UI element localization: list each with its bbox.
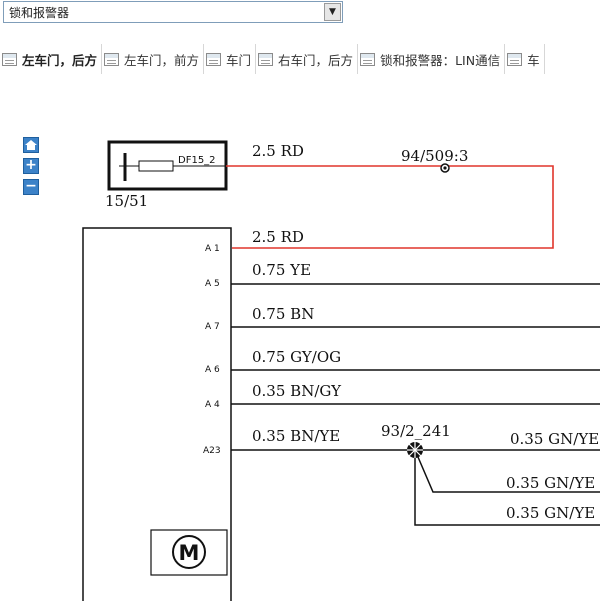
pin-a6: A 6: [205, 365, 220, 375]
wire-label-a6: 0.75 GY/OG: [252, 348, 341, 366]
wire-label-a5: 0.75 YE: [252, 261, 311, 279]
pin-a1: A 1: [205, 244, 220, 254]
wire-label-fuse-out: 2.5 RD: [252, 142, 304, 160]
splice-dot: [443, 166, 447, 170]
wire-label-branch-3: 0.35 GN/YE: [506, 504, 595, 522]
splice-label-mid: 93/2_241: [381, 422, 451, 440]
fuse-reference: 15/51: [105, 192, 148, 210]
pin-a7: A 7: [205, 322, 220, 332]
wire-label-a23: 0.35 BN/YE: [252, 427, 340, 445]
wire-label-a7: 0.75 BN: [252, 305, 314, 323]
pin-a5: A 5: [205, 279, 220, 289]
wire-label-a4: 0.35 BN/GY: [252, 382, 342, 400]
wire-label-branch-2: 0.35 GN/YE: [506, 474, 595, 492]
wire-label-a1: 2.5 RD: [252, 228, 304, 246]
wiring-diagram: DF15_2 15/51 2.5 RD 94/509:3 A 1 2.5 RD …: [82, 140, 600, 601]
splice-point-mid: [407, 442, 423, 458]
fuse-symbol: [138, 160, 174, 172]
pin-a4: A 4: [205, 400, 220, 410]
fuse-label: DF15_2: [178, 155, 216, 166]
splice-label-top: 94/509:3: [401, 147, 468, 165]
pin-a23: A23: [203, 446, 221, 456]
wire-label-branch-1: 0.35 GN/YE: [510, 430, 599, 448]
motor-symbol: M: [179, 541, 200, 565]
